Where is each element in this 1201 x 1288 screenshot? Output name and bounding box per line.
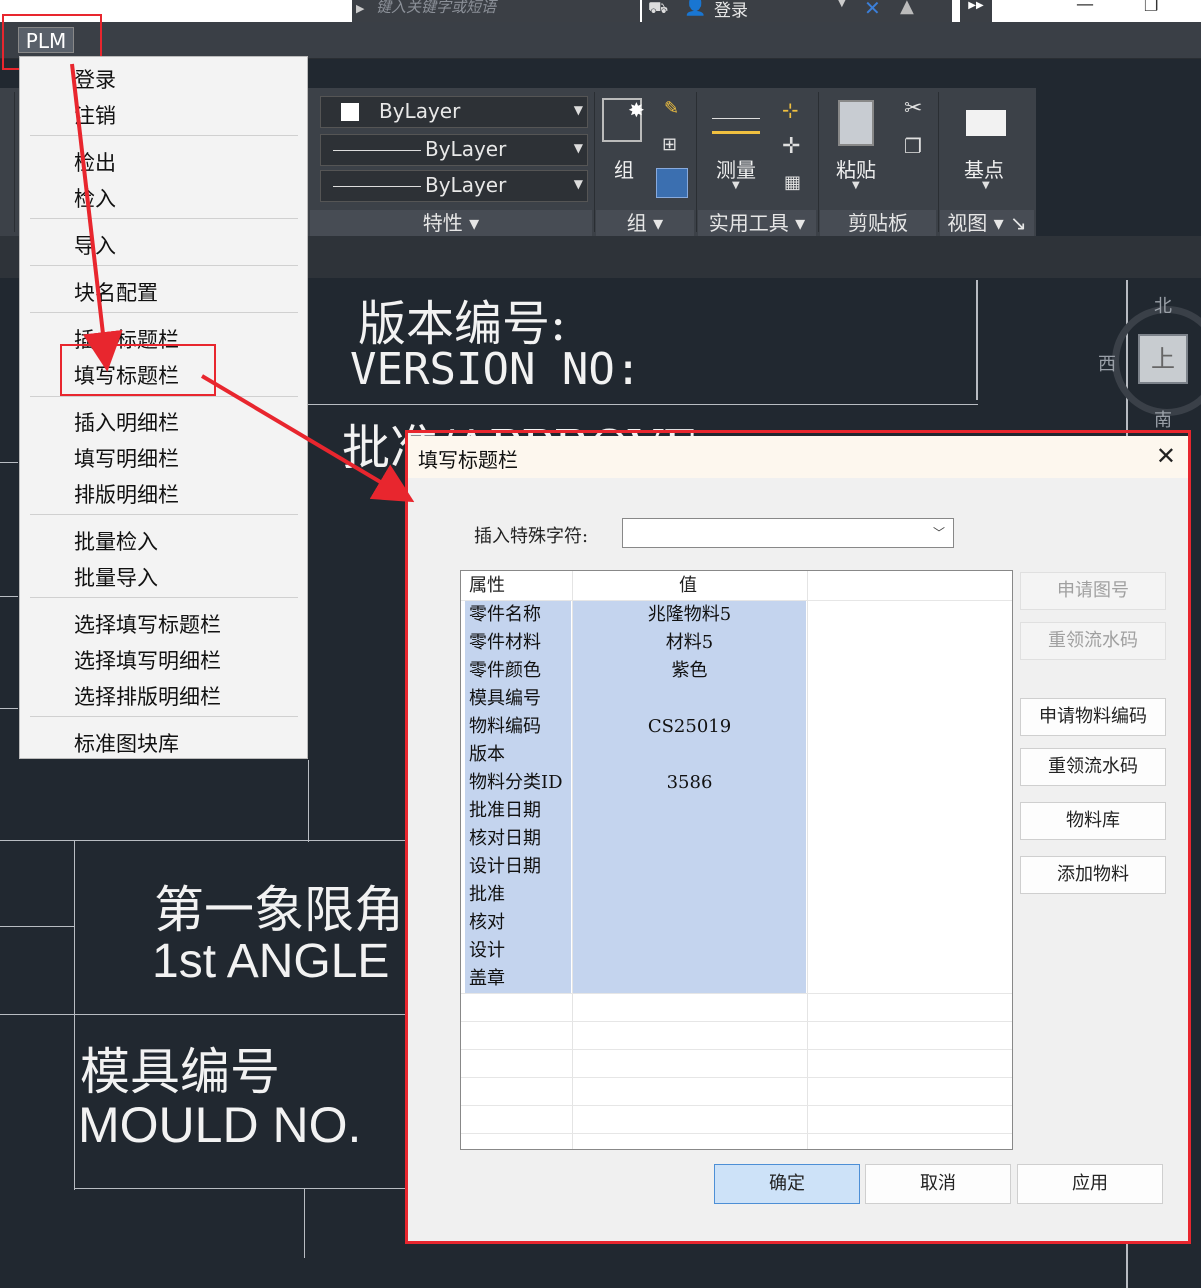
arrow-to-menu-item <box>70 63 123 372</box>
annotation-arrows <box>70 63 415 503</box>
arrow-to-dialog <box>200 374 415 503</box>
